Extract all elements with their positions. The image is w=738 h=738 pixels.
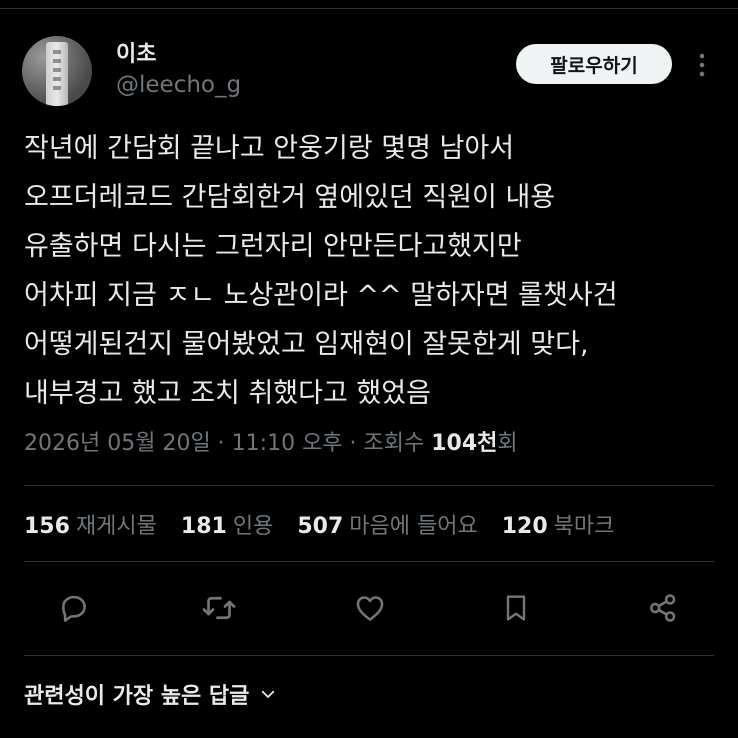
tweet-line: 어차피 지금 ㅈㄴ 노상관이라 ^^ 말하자면 롤챗사건 bbox=[24, 280, 618, 311]
share-icon[interactable] bbox=[643, 588, 683, 628]
avatar[interactable] bbox=[22, 36, 92, 106]
more-icon[interactable] bbox=[692, 50, 712, 80]
tweet-line: 어떻게된건지 물어봤었고 임재현이 잘못한게 맞다, bbox=[24, 329, 589, 360]
tweet-time[interactable]: 11:10 오후 bbox=[232, 431, 343, 456]
avatar-stone-engraving bbox=[53, 50, 61, 94]
author-display-name[interactable]: 이초 bbox=[116, 36, 156, 68]
divider bbox=[24, 561, 714, 562]
bookmark-icon[interactable] bbox=[496, 588, 536, 628]
replies-sort-label: 관련성이 가장 높은 답글 bbox=[24, 684, 250, 709]
tweet-text: 작년에 간담회 끝나고 안웅기랑 몇명 남아서 오프더레코드 간담회한거 옆에있… bbox=[24, 124, 724, 418]
chevron-down-icon bbox=[262, 690, 275, 698]
divider bbox=[24, 655, 714, 656]
top-divider bbox=[0, 8, 738, 9]
tweet-meta: 2026년 05월 20일 · 11:10 오후 · 조회수 104천회 bbox=[24, 425, 518, 457]
retweet-icon[interactable] bbox=[199, 588, 239, 628]
replies-sort-dropdown[interactable]: 관련성이 가장 높은 답글 bbox=[24, 678, 277, 710]
meta-separator: · bbox=[210, 431, 232, 456]
follow-button[interactable]: 팔로우하기 bbox=[516, 44, 672, 84]
tweet-line: 작년에 간담회 끝나고 안웅기랑 몇명 남아서 bbox=[24, 133, 515, 164]
like-icon[interactable] bbox=[350, 588, 390, 628]
stat-count: 181 bbox=[180, 514, 227, 539]
tweet-line: 오프더레코드 간담회한거 옆에있던 직원이 내용 bbox=[24, 182, 556, 213]
tweet-line: 내부경고 했고 조치 취했다고 했었음 bbox=[24, 378, 431, 409]
stat-count: 507 bbox=[297, 514, 344, 539]
engagement-stats: 156 재게시물 181 인용 507 마음에 들어요 120 북마크 bbox=[24, 508, 638, 540]
author-handle[interactable]: @leecho_g bbox=[116, 72, 241, 98]
action-bar bbox=[0, 588, 738, 628]
meta-separator: · bbox=[342, 431, 364, 456]
stat-count: 156 bbox=[24, 514, 70, 539]
stat-count: 120 bbox=[501, 514, 548, 539]
reply-icon[interactable] bbox=[54, 588, 94, 628]
views-label: 조회수 bbox=[363, 431, 432, 456]
divider bbox=[24, 485, 714, 486]
stat-likes[interactable]: 507 마음에 들어요 bbox=[297, 508, 477, 540]
tweet-date[interactable]: 2026년 05월 20일 bbox=[24, 431, 211, 456]
stat-label: 마음에 들어요 bbox=[349, 514, 478, 539]
views-count: 104천 bbox=[431, 431, 498, 456]
stat-quotes[interactable]: 181 인용 bbox=[181, 508, 273, 540]
stat-label: 북마크 bbox=[553, 514, 615, 539]
stat-label: 재게시물 bbox=[75, 514, 157, 539]
tweet-line: 유출하면 다시는 그런자리 안만든다고했지만 bbox=[24, 231, 522, 262]
stat-label: 인용 bbox=[232, 514, 274, 539]
stat-bookmarks[interactable]: 120 북마크 bbox=[502, 508, 615, 540]
views-suffix: 회 bbox=[497, 431, 518, 456]
stat-reposts[interactable]: 156 재게시물 bbox=[24, 508, 157, 540]
